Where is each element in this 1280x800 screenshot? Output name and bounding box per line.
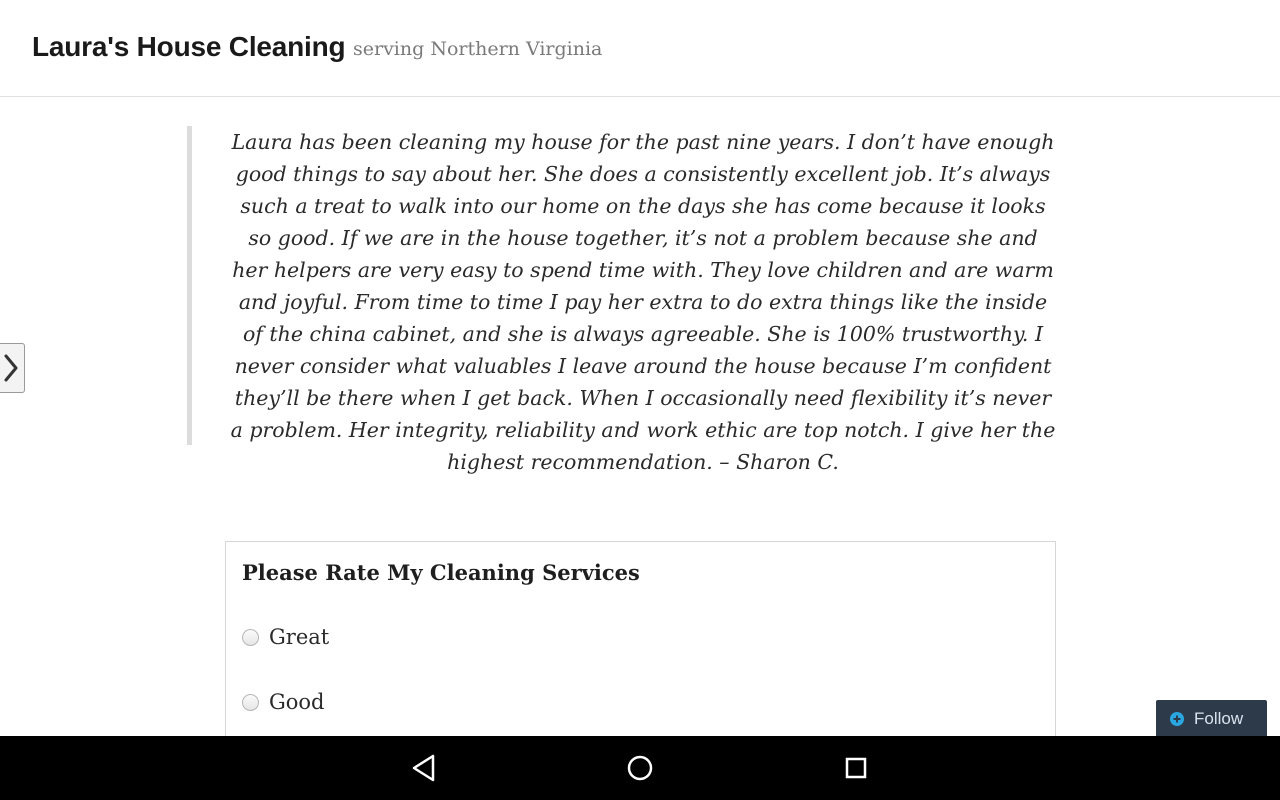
poll-title: Please Rate My Cleaning Services	[242, 560, 640, 585]
follow-label: Follow	[1194, 709, 1244, 728]
radio-great[interactable]	[242, 628, 259, 646]
rating-poll: Please Rate My Cleaning Services Great G…	[225, 541, 1056, 761]
poll-option-good[interactable]: Good	[242, 690, 325, 714]
android-navigation-bar	[0, 736, 1280, 800]
poll-option-label: Great	[269, 625, 330, 649]
recents-square-icon[interactable]	[840, 752, 872, 784]
poll-option-great[interactable]: Great	[242, 625, 329, 649]
testimonial-text: Laura has been cleaning my house for the…	[230, 130, 1056, 474]
site-tagline: serving Northern Virginia	[353, 38, 603, 60]
follow-button[interactable]: Follow	[1156, 700, 1267, 738]
testimonial-quote: Laura has been cleaning my house for the…	[187, 126, 1067, 474]
plus-circle-icon	[1170, 712, 1184, 726]
sidebar-toggle-button[interactable]	[0, 343, 25, 393]
home-circle-icon[interactable]	[624, 752, 656, 784]
site-title[interactable]: Laura's House Cleaning	[32, 31, 346, 63]
radio-good[interactable]	[242, 693, 259, 711]
chevron-right-icon	[4, 354, 18, 382]
site-header: Laura's House Cleaning serving Northern …	[0, 0, 1280, 97]
back-triangle-icon[interactable]	[408, 752, 440, 784]
poll-option-label: Good	[269, 690, 325, 714]
